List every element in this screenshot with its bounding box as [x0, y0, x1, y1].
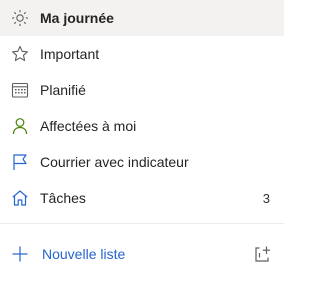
person-icon [10, 116, 30, 136]
sidebar-divider [0, 223, 284, 224]
sidebar-item-label: Important [40, 46, 100, 62]
sun-icon [10, 8, 30, 28]
new-list-label: Nouvelle liste [42, 246, 126, 262]
home-icon [10, 188, 30, 208]
flag-icon [10, 152, 30, 172]
sidebar-item-label: Affectées à moi [40, 118, 137, 134]
sidebar-item-tasks[interactable]: Tâches 3 [0, 180, 284, 216]
sidebar-item-planned[interactable]: Planifié [0, 72, 284, 108]
task-count-badge: 3 [262, 190, 270, 206]
new-list-button[interactable]: Nouvelle liste [0, 236, 284, 272]
sidebar-item-important[interactable]: Important [0, 36, 284, 72]
new-group-button[interactable] [252, 244, 272, 264]
sidebar-item-label: Tâches [40, 190, 86, 206]
sidebar-item-label: Planifié [40, 82, 86, 98]
star-icon [10, 44, 30, 64]
plus-icon [10, 244, 30, 264]
sidebar-item-assigned-to-me[interactable]: Affectées à moi [0, 108, 284, 144]
new-group-icon [255, 246, 270, 262]
sidebar-item-flagged-email[interactable]: Courrier avec indicateur [0, 144, 284, 180]
sidebar-item-label: Courrier avec indicateur [40, 154, 189, 170]
sidebar-item-label: Ma journée [40, 10, 114, 26]
calendar-icon [10, 80, 30, 100]
sidebar-item-my-day[interactable]: Ma journée [0, 0, 284, 36]
sidebar-nav: Ma journée Important Planifié Affectées … [0, 0, 284, 216]
